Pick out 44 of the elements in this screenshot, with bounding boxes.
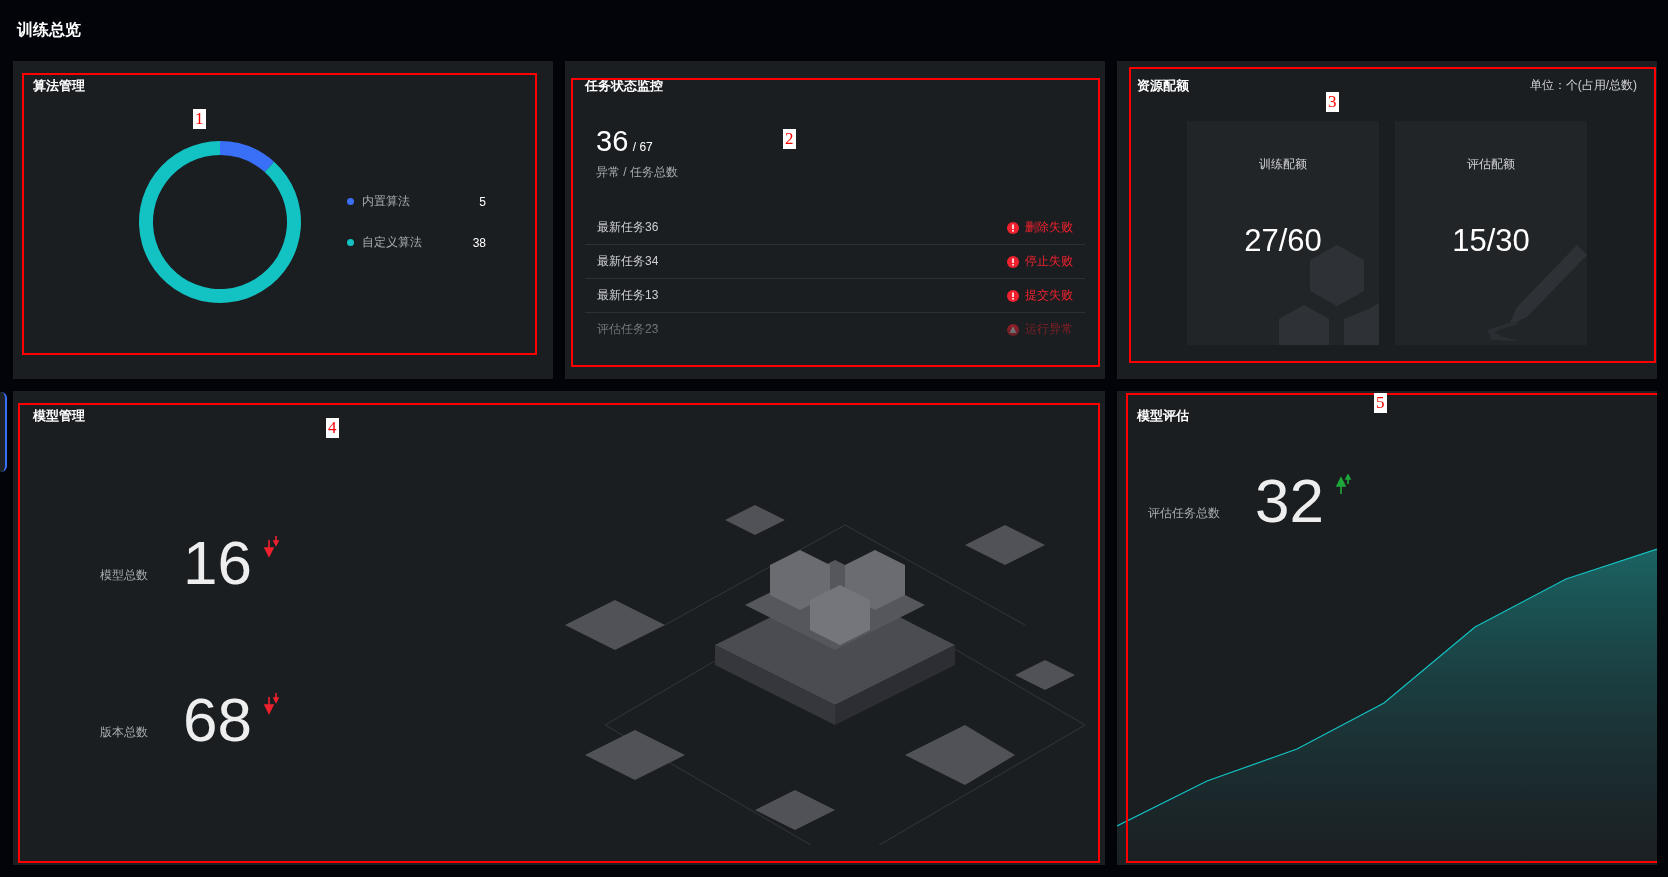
legend-value: 38	[471, 235, 486, 250]
abnormal-count: 36	[596, 125, 629, 157]
legend-label: 自定义算法	[362, 234, 423, 251]
stat-value: 68	[183, 689, 252, 751]
error-icon	[1007, 221, 1019, 234]
task-name[interactable]: 评估任务23	[597, 321, 659, 338]
warning-icon	[1007, 323, 1019, 336]
stat-value: 16	[183, 532, 252, 594]
page-title: 训练总览	[17, 20, 82, 39]
quota-value: 15/30	[1452, 223, 1530, 259]
up-arrow-icon	[1335, 474, 1352, 496]
count-caption: 异常 / 任务总数	[595, 164, 679, 181]
task-status: 提交失败	[1025, 287, 1073, 304]
task-name[interactable]: 最新任务36	[597, 219, 659, 236]
annotation-number: 5	[1374, 393, 1387, 413]
error-icon	[1007, 289, 1019, 302]
task-name[interactable]: 最新任务34	[597, 253, 659, 270]
quota-value: 27/60	[1244, 223, 1322, 259]
total-count: / 67	[632, 140, 653, 154]
card-title: 任务状态监控	[585, 77, 663, 95]
unit-note: 单位：个(占用/总数)	[1529, 77, 1638, 94]
quota-label: 评估配额	[1467, 156, 1515, 173]
task-status: 停止失败	[1025, 253, 1073, 270]
card-title: 算法管理	[33, 77, 85, 95]
stat-label: 模型总数	[100, 567, 149, 584]
stat-label: 版本总数	[100, 724, 149, 741]
task-status: 运行异常	[1025, 321, 1073, 338]
error-icon	[1007, 255, 1019, 268]
annotation-number: 2	[783, 129, 796, 149]
stat-label: 评估任务总数	[1148, 505, 1221, 522]
down-arrow-icon	[263, 536, 280, 558]
annotation-number: 1	[193, 109, 206, 129]
task-name[interactable]: 最新任务13	[597, 287, 659, 304]
quota-label: 训练配额	[1259, 156, 1307, 173]
annotation-number: 4	[326, 418, 339, 438]
card-title: 模型评估	[1137, 407, 1189, 425]
down-arrow-icon	[263, 693, 280, 715]
card-title: 模型管理	[33, 407, 85, 425]
legend-value: 5	[478, 194, 486, 209]
annotation-number: 3	[1326, 92, 1339, 112]
stat-value: 32	[1255, 470, 1324, 532]
task-status: 删除失败	[1025, 219, 1073, 236]
legend-label: 内置算法	[362, 193, 411, 210]
card-title: 资源配额	[1137, 77, 1189, 95]
